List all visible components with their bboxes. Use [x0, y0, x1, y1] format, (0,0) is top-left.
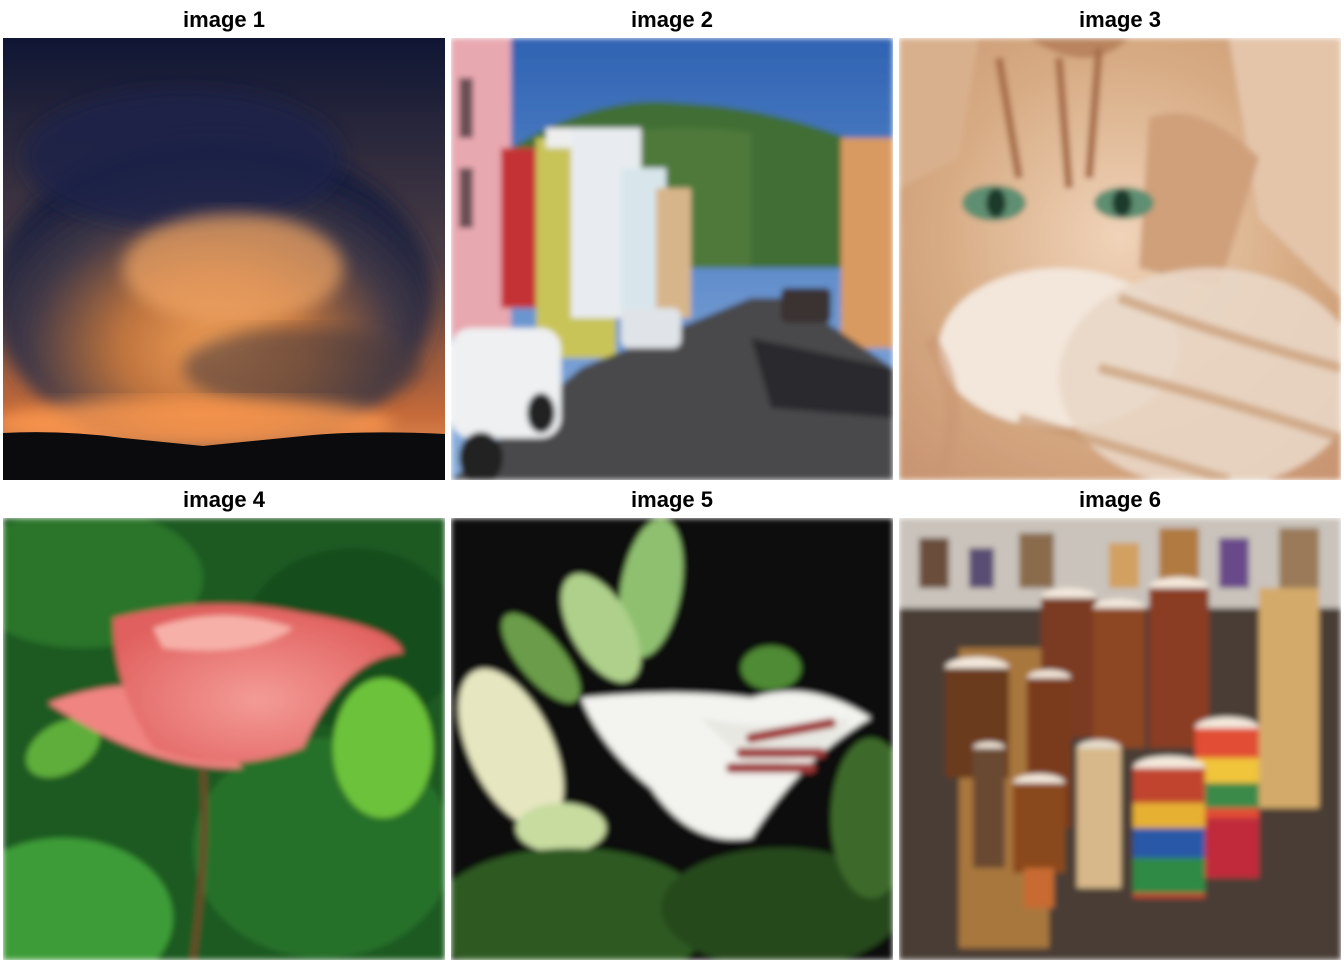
drums-photo — [899, 518, 1341, 960]
street-photo — [451, 38, 893, 480]
panel-image-4: image 4 — [3, 480, 445, 960]
panel-title: image 2 — [631, 7, 713, 32]
panel-title: image 5 — [631, 487, 713, 512]
cat-photo — [899, 38, 1341, 480]
panel-image-1: image 1 — [3, 0, 445, 480]
panel-title: image 6 — [1079, 487, 1161, 512]
sunset-photo — [3, 38, 445, 480]
panel-image-5: image 5 — [451, 480, 893, 960]
panel-image-6: image 6 — [899, 480, 1341, 960]
panel-image-2: image 2 — [451, 0, 893, 480]
panel-title: image 1 — [183, 7, 265, 32]
image-grid: image 1 image 2 image 3 image 4 image 5 … — [0, 0, 1344, 960]
panel-title: image 3 — [1079, 7, 1161, 32]
rose-photo — [3, 518, 445, 960]
panel-title: image 4 — [183, 487, 265, 512]
panel-image-3: image 3 — [899, 0, 1341, 480]
lily-photo — [451, 518, 893, 960]
